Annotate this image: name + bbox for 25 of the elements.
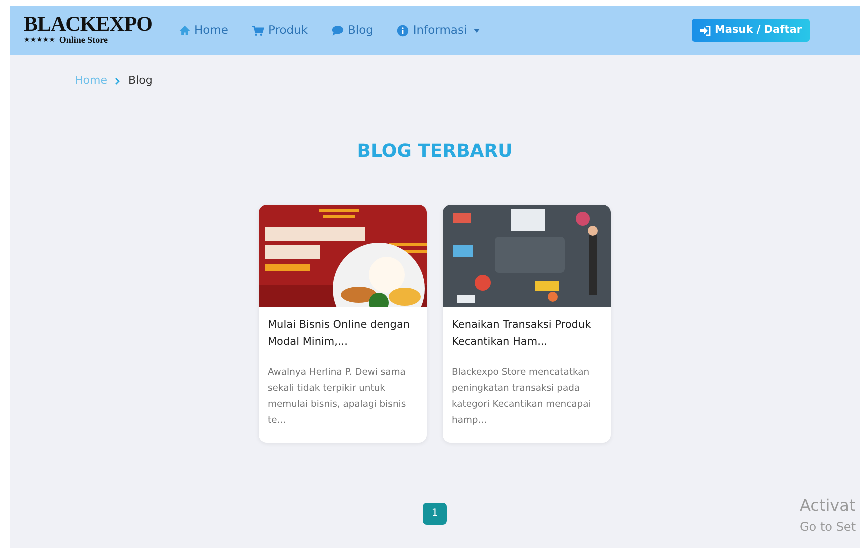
- home-icon: [178, 24, 191, 36]
- breadcrumb-current: Blog: [128, 73, 153, 89]
- blog-card[interactable]: Kenaikan Transaksi Produk Kecantikan Ham... Blackexpo Store mencatatkan peningkatan transaksi pada kategori Kecantikan mencapai hamp...: [443, 204, 611, 442]
- activation-subtitle: Go to Set: [800, 519, 858, 536]
- login-button[interactable]: Masuk / Daftar: [692, 18, 810, 42]
- chat-bubble-icon: [332, 24, 344, 36]
- brand-tagline: Online Store: [59, 34, 108, 47]
- activation-title: Activat: [800, 495, 857, 517]
- cart-icon: [252, 24, 264, 36]
- chevron-right-icon: [115, 78, 120, 85]
- page-button[interactable]: 1: [423, 502, 447, 524]
- info-icon: [397, 24, 410, 36]
- section-heading: BLOG TERBARU: [356, 140, 514, 164]
- post-excerpt: Awalnya Herlina P. Dewi sama sekali tidak terpikir untuk memulai bisnis, apalagi bisnis te...: [268, 366, 408, 428]
- post-title[interactable]: Kenaikan Transaksi Produk Kecantikan Ham...: [452, 316, 602, 350]
- post-title[interactable]: Mulai Bisnis Online dengan Modal Minim,...: [268, 316, 418, 350]
- nav-link[interactable]: Produk: [252, 22, 308, 40]
- post-excerpt: Blackexpo Store mencatatkan peningkatan transaksi pada kategori Kecantikan mencapai hamp...: [452, 366, 592, 428]
- sign-in-icon: [700, 26, 711, 36]
- blog-card[interactable]: Mulai Bisnis Online dengan Modal Minim,... Awalnya Herlina P. Dewi sama sekali tidak terpikir untuk memulai bisnis, apalagi bisnis te...: [259, 204, 427, 442]
- brand-name: BLACKEXPO: [24, 14, 153, 34]
- nav-link[interactable]: Home: [178, 22, 228, 40]
- nav-link[interactable]: Informasi: [397, 22, 480, 40]
- nav-link[interactable]: Blog: [332, 22, 374, 40]
- caret-icon: [474, 28, 480, 32]
